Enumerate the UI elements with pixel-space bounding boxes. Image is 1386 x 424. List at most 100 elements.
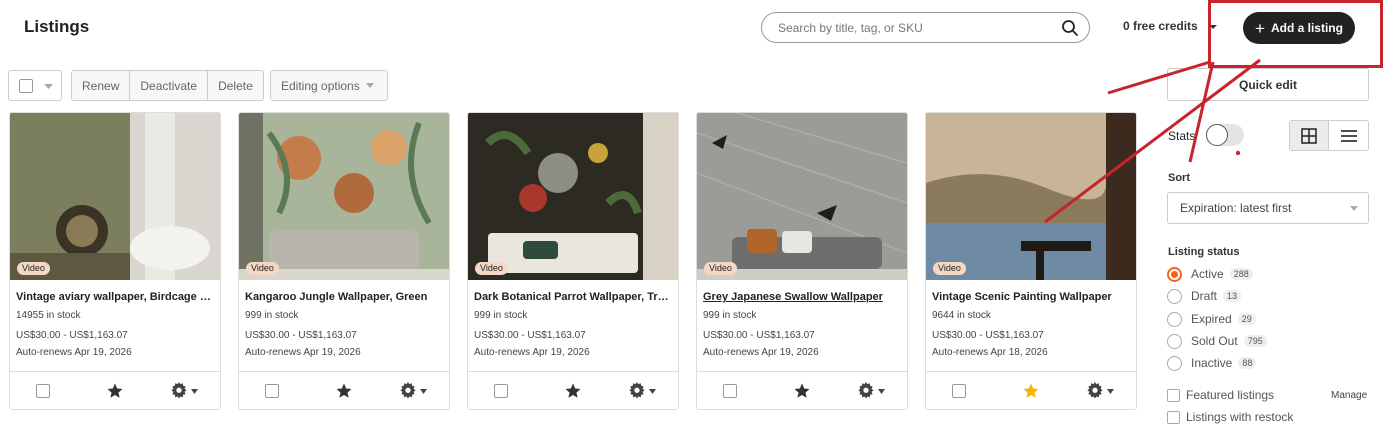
- chevron-down-icon[interactable]: [878, 389, 885, 394]
- listing-title[interactable]: Grey Japanese Swallow Wallpaper: [703, 291, 901, 303]
- star-icon[interactable]: [793, 382, 811, 400]
- radio-button[interactable]: [1167, 288, 1182, 304]
- listing-renews: Auto-renews Apr 19, 2026: [16, 347, 132, 358]
- listing-card[interactable]: Video Kangaroo Jungle Wallpaper, Green 9…: [238, 112, 450, 410]
- video-badge: Video: [475, 262, 508, 275]
- status-radio-draft[interactable]: Draft 13: [1167, 287, 1242, 305]
- search-input[interactable]: [778, 13, 1058, 42]
- gear-icon[interactable]: [628, 382, 646, 400]
- search-icon[interactable]: [1061, 19, 1079, 37]
- delete-button[interactable]: Delete: [208, 71, 263, 100]
- listing-price: US$30.00 - US$1,163.07: [16, 330, 128, 341]
- listing-stock: 9644 in stock: [932, 310, 991, 321]
- listing-stock: 999 in stock: [703, 310, 757, 321]
- chevron-down-icon[interactable]: [1107, 389, 1114, 394]
- select-all-checkbox[interactable]: [19, 79, 33, 93]
- status-label: Expired: [1191, 312, 1232, 326]
- view-toggle: [1289, 120, 1369, 151]
- listing-image[interactable]: [239, 113, 449, 280]
- star-icon[interactable]: [1022, 382, 1040, 400]
- listing-title[interactable]: Vintage Scenic Painting Wallpaper: [932, 291, 1130, 303]
- stats-toggle[interactable]: [1206, 124, 1244, 146]
- listing-stock: 14955 in stock: [16, 310, 81, 321]
- chevron-down-icon[interactable]: [44, 84, 53, 90]
- status-radio-expired[interactable]: Expired 29: [1167, 310, 1256, 328]
- bulk-actions: Renew Deactivate Delete: [71, 70, 264, 101]
- listing-checkbox[interactable]: [494, 384, 508, 398]
- status-label: Inactive: [1191, 356, 1233, 370]
- listing-image[interactable]: [468, 113, 678, 280]
- status-count-badge: 88: [1238, 357, 1257, 369]
- list-view-icon: [1340, 129, 1357, 142]
- listing-card-footer: [239, 371, 449, 409]
- gear-icon[interactable]: [857, 382, 875, 400]
- grid-view-button[interactable]: [1290, 121, 1330, 150]
- add-listing-button[interactable]: + Add a listing: [1243, 12, 1355, 44]
- listing-checkbox[interactable]: [952, 384, 966, 398]
- restock-filter[interactable]: Listings with restock: [1167, 409, 1293, 424]
- sort-select[interactable]: Expiration: latest first: [1167, 192, 1369, 224]
- listing-card[interactable]: Video Dark Botanical Parrot Wallpaper, T…: [467, 112, 679, 410]
- search-bar[interactable]: [761, 12, 1090, 43]
- listing-title[interactable]: Dark Botanical Parrot Wallpaper, Tropica…: [474, 291, 672, 303]
- list-view-button[interactable]: [1329, 121, 1368, 150]
- free-credits-label[interactable]: 0 free credits: [1123, 19, 1198, 33]
- listing-checkbox[interactable]: [36, 384, 50, 398]
- star-icon[interactable]: [335, 382, 353, 400]
- chevron-down-icon[interactable]: [649, 389, 656, 394]
- add-listing-label: Add a listing: [1270, 21, 1343, 35]
- chevron-down-icon[interactable]: [191, 389, 198, 394]
- listing-card[interactable]: Video Vintage Scenic Painting Wallpaper …: [925, 112, 1137, 410]
- listing-image[interactable]: [10, 113, 220, 280]
- manage-link[interactable]: Manage: [1331, 390, 1367, 401]
- radio-button[interactable]: [1167, 355, 1182, 371]
- radio-button[interactable]: [1167, 311, 1182, 327]
- featured-listings-filter[interactable]: Featured listings: [1167, 387, 1274, 403]
- listing-checkbox[interactable]: [723, 384, 737, 398]
- radio-button[interactable]: [1167, 266, 1182, 282]
- listing-checkbox[interactable]: [265, 384, 279, 398]
- chevron-down-icon: [1350, 206, 1358, 211]
- video-badge: Video: [933, 262, 966, 275]
- star-icon[interactable]: [106, 382, 124, 400]
- listing-card-footer: [926, 371, 1136, 409]
- gear-icon[interactable]: [399, 382, 417, 400]
- select-all-dropdown[interactable]: [8, 70, 62, 101]
- listing-image[interactable]: [697, 113, 907, 280]
- checkbox[interactable]: [1167, 388, 1180, 402]
- video-badge: Video: [704, 262, 737, 275]
- status-count-badge: 795: [1243, 335, 1267, 347]
- listing-card-footer: [468, 371, 678, 409]
- status-radio-active[interactable]: Active 288: [1167, 265, 1253, 283]
- listing-image[interactable]: [926, 113, 1136, 280]
- listing-title[interactable]: Vintage aviary wallpaper, Birdcage wallp…: [16, 291, 214, 303]
- gear-icon[interactable]: [1086, 382, 1104, 400]
- status-radio-sold-out[interactable]: Sold Out 795: [1167, 332, 1267, 350]
- chevron-down-icon: [365, 82, 374, 88]
- deactivate-button[interactable]: Deactivate: [130, 71, 209, 100]
- renew-button[interactable]: Renew: [72, 71, 131, 100]
- listing-price: US$30.00 - US$1,163.07: [474, 330, 586, 341]
- status-count-badge: 29: [1237, 313, 1256, 325]
- listing-renews: Auto-renews Apr 19, 2026: [703, 347, 819, 358]
- checkbox[interactable]: [1167, 410, 1180, 424]
- quick-edit-button[interactable]: Quick edit: [1167, 68, 1369, 101]
- radio-button[interactable]: [1167, 333, 1182, 349]
- editing-options-label: Editing options: [281, 78, 360, 93]
- listing-price: US$30.00 - US$1,163.07: [932, 330, 1044, 341]
- status-label: Draft: [1191, 289, 1218, 303]
- plus-icon: +: [1255, 18, 1265, 38]
- listing-card[interactable]: Video Grey Japanese Swallow Wallpaper 99…: [696, 112, 908, 410]
- credits-dropdown-icon[interactable]: [1208, 23, 1218, 31]
- listing-title[interactable]: Kangaroo Jungle Wallpaper, Green: [245, 291, 443, 303]
- listing-card[interactable]: Video Vintage aviary wallpaper, Birdcage…: [9, 112, 221, 410]
- editing-options-dropdown[interactable]: Editing options: [270, 70, 388, 101]
- star-icon[interactable]: [564, 382, 582, 400]
- gear-icon[interactable]: [170, 382, 188, 400]
- status-radio-inactive[interactable]: Inactive 88: [1167, 354, 1257, 372]
- chevron-down-icon[interactable]: [420, 389, 427, 394]
- listing-renews: Auto-renews Apr 19, 2026: [245, 347, 361, 358]
- listing-renews: Auto-renews Apr 18, 2026: [932, 347, 1048, 358]
- sort-label: Sort: [1168, 172, 1190, 184]
- page-title: Listings: [24, 17, 90, 36]
